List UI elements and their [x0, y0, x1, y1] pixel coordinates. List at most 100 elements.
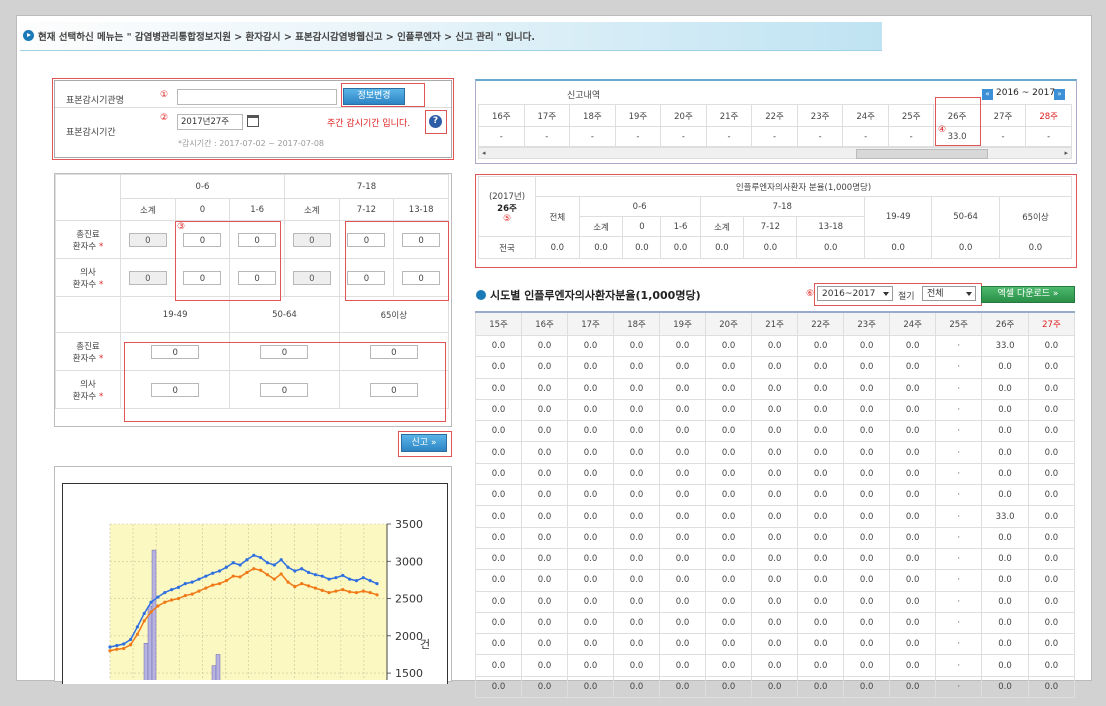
- regional-cell: 0.0: [613, 675, 661, 699]
- info-change-button[interactable]: 정보변경: [343, 88, 405, 105]
- data-point: [170, 588, 174, 592]
- regional-cell: 0.0: [613, 356, 661, 379]
- regional-cell: 0.0: [843, 505, 891, 528]
- count-input[interactable]: 0: [260, 382, 309, 397]
- rate-value: 0.0: [699, 236, 745, 259]
- regional-cell: 0.0: [843, 526, 891, 549]
- data-point: [231, 574, 235, 578]
- season-select[interactable]: 2016~2017: [817, 286, 893, 301]
- regional-cell: 0.0: [567, 526, 615, 549]
- regional-cell: 0.0: [1027, 377, 1076, 400]
- regional-cell: 0.0: [567, 675, 615, 699]
- data-point: [197, 589, 201, 593]
- regional-cell: 0.0: [981, 633, 1029, 656]
- history-week-header: 28주: [1025, 104, 1072, 127]
- help-icon[interactable]: ?: [429, 115, 442, 128]
- count-input[interactable]: 0: [238, 270, 277, 285]
- regional-cell: 0.0: [1027, 398, 1076, 422]
- data-point: [279, 572, 283, 576]
- regional-cell: 0.0: [751, 420, 799, 443]
- regional-cell: 0.0: [659, 547, 707, 571]
- regional-cell: 0.0: [889, 462, 937, 486]
- count-input[interactable]: 0: [151, 344, 200, 359]
- rate-sub-header: 소계: [578, 216, 624, 237]
- group-65-plus: 65이상: [338, 296, 450, 333]
- data-point: [183, 582, 187, 586]
- regional-cell: 0.0: [1027, 334, 1076, 358]
- chevron-down-icon: [966, 292, 972, 296]
- regional-cell: 0.0: [659, 590, 707, 613]
- regional-cell: 0.0: [521, 611, 569, 635]
- regional-cell: 0.0: [1027, 505, 1076, 528]
- regional-cell: 0.0: [843, 633, 891, 656]
- regional-cell: 0.0: [751, 441, 799, 464]
- prev-season-icon[interactable]: «: [982, 89, 993, 100]
- regional-cell: 0.0: [751, 462, 799, 486]
- regional-cell: 0.0: [567, 334, 615, 358]
- history-value: -: [660, 126, 707, 147]
- data-point: [286, 565, 290, 569]
- regional-cell: 0.0: [521, 675, 569, 699]
- regional-cell: 0.0: [521, 526, 569, 549]
- regional-cell: 0.0: [751, 484, 799, 507]
- breadcrumb-text: 현재 선택하신 메뉴는 " 감염병관리통합정보지원 > 환자감시 > 표본감시감…: [38, 32, 535, 43]
- regional-cell: 0.0: [659, 334, 707, 358]
- count-input[interactable]: 0: [238, 232, 277, 247]
- regional-cell: 0.0: [659, 377, 707, 400]
- regional-cell: 0.0: [889, 611, 937, 635]
- regional-cell: 0.0: [889, 675, 937, 699]
- regional-cell: 0.0: [797, 590, 845, 613]
- table-row: 0.0 0.0 0.0 0.0 0.0 0.0 0.0 0.0 0.0 0.0 · 33.0 0.0: [474, 505, 1076, 528]
- scroll-thumb[interactable]: [856, 149, 988, 159]
- org-name-input[interactable]: [177, 89, 337, 105]
- data-point: [320, 574, 324, 578]
- subtotal-field: 0: [128, 270, 167, 285]
- count-input[interactable]: 0: [369, 382, 418, 397]
- rate-value: 0.0: [998, 236, 1073, 259]
- regional-cell: 0.0: [705, 611, 753, 635]
- count-input[interactable]: 0: [183, 270, 222, 285]
- data-point: [368, 579, 372, 583]
- subtotal-field: 0: [292, 270, 331, 285]
- regional-cell: 0.0: [521, 377, 569, 400]
- data-point: [170, 598, 174, 602]
- regional-cell: 0.0: [981, 526, 1029, 549]
- table-row: 0.0 0.0 0.0 0.0 0.0 0.0 0.0 0.0 0.0 0.0 · 0.0 0.0: [474, 654, 1076, 677]
- data-point: [259, 568, 263, 572]
- regional-cell: ·: [935, 675, 983, 699]
- next-season-icon[interactable]: »: [1054, 89, 1065, 100]
- count-input[interactable]: 0: [369, 344, 418, 359]
- count-input[interactable]: 0: [183, 232, 222, 247]
- count-input[interactable]: 0: [402, 232, 441, 247]
- report-button[interactable]: 신고 »: [401, 434, 447, 452]
- period-input[interactable]: 2017년27주: [177, 114, 243, 130]
- table-row: 0.0 0.0 0.0 0.0 0.0 0.0 0.0 0.0 0.0 0.0 · 0.0 0.0: [474, 526, 1076, 549]
- excel-download-button[interactable]: 엑셀 다운로드 »: [981, 286, 1075, 303]
- regional-cell: 0.0: [1027, 611, 1076, 635]
- table-row: 0.0 0.0 0.0 0.0 0.0 0.0 0.0 0.0 0.0 0.0 · 0.0 0.0: [474, 356, 1076, 379]
- data-point: [348, 590, 352, 594]
- count-input[interactable]: 0: [347, 270, 386, 285]
- calendar-icon[interactable]: [247, 115, 259, 127]
- count-input[interactable]: 0: [260, 344, 309, 359]
- count-input[interactable]: 0: [347, 232, 386, 247]
- rate-row-label: 전국: [478, 236, 536, 259]
- regional-cell: 0.0: [751, 398, 799, 422]
- count-input[interactable]: 0: [151, 382, 200, 397]
- regional-cell: 0.0: [474, 633, 523, 656]
- regional-cell: 0.0: [843, 398, 891, 422]
- regional-cell: 0.0: [981, 420, 1029, 443]
- data-point: [224, 579, 228, 583]
- regional-cell: 0.0: [659, 611, 707, 635]
- regional-cell: 0.0: [889, 569, 937, 592]
- regional-week-header: 21주: [751, 311, 799, 336]
- region-select[interactable]: 전체: [922, 286, 976, 301]
- history-scrollbar[interactable]: ◂ ▸: [478, 147, 1072, 159]
- data-point: [272, 563, 276, 567]
- scroll-right-icon[interactable]: ▸: [1064, 149, 1068, 157]
- marker-2: ②: [160, 113, 169, 123]
- count-input[interactable]: 0: [402, 270, 441, 285]
- scroll-left-icon[interactable]: ◂: [482, 149, 486, 157]
- data-point: [128, 643, 133, 647]
- regional-cell: 0.0: [705, 547, 753, 571]
